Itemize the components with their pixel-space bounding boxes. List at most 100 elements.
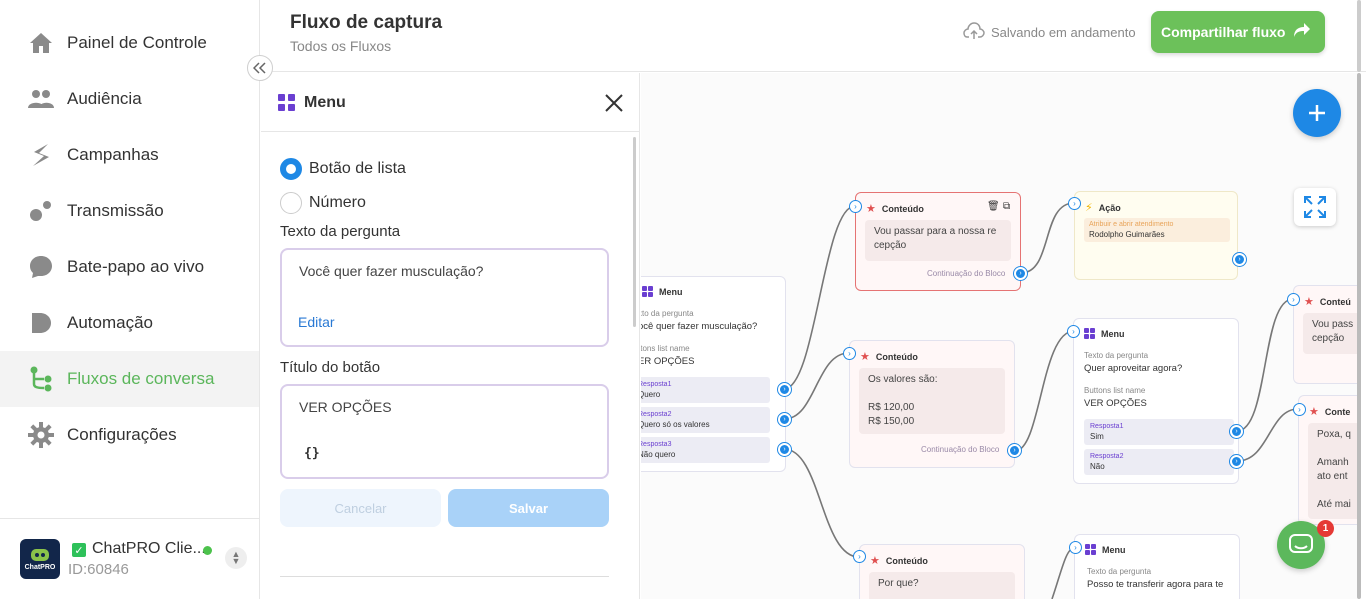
output-port[interactable]: ›	[778, 413, 791, 426]
close-icon[interactable]	[604, 93, 624, 113]
sidebar-item-batepapo[interactable]: Bate-papo ao vivo	[0, 239, 259, 295]
trash-icon[interactable]: 🗑	[987, 201, 1000, 212]
node-response[interactable]: Resposta2 Quero só os valores	[641, 407, 770, 433]
input-port[interactable]: ›	[853, 550, 866, 563]
output-port[interactable]: ›	[778, 383, 791, 396]
node-title: Conteúdo	[885, 555, 928, 566]
input-port[interactable]: ›	[849, 200, 862, 213]
output-port[interactable]: ›	[1230, 455, 1243, 468]
add-node-button[interactable]	[1293, 89, 1341, 137]
output-port[interactable]: ›	[1230, 425, 1243, 438]
save-button[interactable]: Salvar	[448, 489, 609, 527]
share-flow-button[interactable]: Compartilhar fluxo	[1151, 11, 1325, 53]
sidebar-item-campanhas[interactable]: Campanhas	[0, 127, 259, 183]
node-message: Poxa, q Amanh ato ent Até mai	[1308, 423, 1357, 519]
sidebar-item-label: Automação	[67, 313, 153, 332]
node-question-value: ocê quer fazer musculação?	[641, 321, 758, 332]
node-response[interactable]: Resposta1 Quero	[641, 377, 770, 403]
node-response[interactable]: Resposta3 Não quero	[641, 437, 770, 463]
content-node[interactable]: ★ Conteú Vou pass cepção	[1293, 285, 1357, 384]
question-field[interactable]: Você quer fazer musculação? Editar	[280, 248, 609, 347]
message-line: R$ 120,00	[868, 402, 915, 413]
question-label: Texto da pergunta	[280, 223, 401, 240]
content-node[interactable]: ★ Conteúdo Por que?	[859, 544, 1025, 599]
cancel-button[interactable]: Cancelar	[280, 489, 441, 527]
home-icon	[28, 30, 54, 56]
whatsapp-check-icon: ✓	[72, 543, 86, 557]
response-label: Resposta1	[641, 381, 672, 388]
action-node[interactable]: ⚡ Ação Atribuir e abrir atendimento Rodolp…	[1074, 191, 1238, 280]
collapse-sidebar-button[interactable]	[247, 55, 273, 81]
sort-arrows-icon[interactable]: ▲ ▼	[225, 547, 247, 569]
menu-node[interactable]: Menu Texto da pergunta Quer aproveitar a…	[1073, 318, 1239, 484]
node-message: Por que?	[869, 572, 1015, 599]
panel-divider	[280, 576, 609, 577]
sidebar-item-transmissao[interactable]: Transmissão	[0, 183, 259, 239]
sidebar-item-painel[interactable]: Painel de Controle	[0, 15, 259, 71]
message-line: Até mai	[1317, 499, 1351, 510]
message-line	[1317, 442, 1357, 456]
response-value: Quero só os valores	[641, 420, 710, 429]
content-node[interactable]: ★ Conteúdo Os valores são: R$ 120,00 R$ 1…	[849, 340, 1015, 468]
variable-braces-icon[interactable]: {}	[304, 446, 320, 461]
node-question-label: Texto da pergunta	[1087, 567, 1152, 576]
input-port[interactable]: ›	[1287, 293, 1300, 306]
sidebar: Painel de Controle Audiência Campanhas T…	[0, 0, 260, 599]
automation-icon	[28, 310, 54, 336]
online-status-dot	[203, 546, 212, 555]
radio-list-button[interactable]: Botão de lista	[280, 158, 406, 180]
input-port[interactable]: ›	[1293, 403, 1306, 416]
account-switcher[interactable]: ChatPRO ✓ ChatPRO Clie... ID:60846	[0, 518, 259, 599]
chat-icon	[1289, 534, 1313, 553]
flow-icon	[28, 366, 54, 392]
input-port[interactable]: ›	[1069, 541, 1082, 554]
menu-node[interactable]: Menu xto da pergunta ocê quer fazer musc…	[641, 276, 786, 472]
star-icon: ★	[866, 203, 876, 215]
content-node[interactable]: ★ Conteúdo 🗑 ⧉ Vou passar para a nossa re…	[855, 192, 1021, 291]
menu-node[interactable]: Menu Texto da pergunta Posso te transfer…	[1074, 534, 1240, 599]
window-scrollbar[interactable]	[1357, 0, 1361, 72]
node-header: Menu	[1084, 328, 1125, 339]
canvas-scrollbar[interactable]	[1357, 73, 1361, 599]
response-value: Sim	[1090, 432, 1104, 441]
sidebar-item-label: Fluxos de conversa	[67, 369, 215, 388]
save-status-text: Salvando em andamento	[991, 25, 1136, 40]
sidebar-item-label: Campanhas	[67, 145, 159, 164]
chat-bubble-icon	[28, 254, 54, 280]
panel-scrollbar[interactable]	[633, 137, 636, 327]
fullscreen-button[interactable]	[1294, 188, 1336, 226]
action-tag-value: Rodolpho Guimarães	[1089, 230, 1165, 239]
output-port[interactable]: ›	[778, 443, 791, 456]
sidebar-item-fluxos[interactable]: Fluxos de conversa	[0, 351, 259, 407]
input-port[interactable]: ›	[843, 347, 856, 360]
node-header: ★ Conteúdo	[860, 350, 918, 363]
button-title-field[interactable]: VER OPÇÕES {}	[280, 384, 609, 479]
output-port[interactable]: ›	[1008, 444, 1021, 457]
output-port[interactable]: ›	[1014, 267, 1027, 280]
node-response[interactable]: Resposta1 Sim	[1084, 419, 1234, 445]
duplicate-icon[interactable]: ⧉	[1003, 201, 1010, 212]
node-title: Conte	[1324, 406, 1351, 417]
account-logo: ChatPRO	[20, 539, 60, 579]
content-node[interactable]: ★ Conte Poxa, q Amanh ato ent Até mai	[1298, 395, 1357, 525]
edit-question-link[interactable]: Editar	[298, 314, 335, 330]
node-message: Os valores são: R$ 120,00 R$ 150,00	[859, 368, 1005, 434]
users-icon	[28, 86, 54, 112]
sidebar-item-label: Transmissão	[67, 201, 164, 220]
breadcrumb[interactable]: Todos os Fluxos	[290, 38, 391, 54]
sidebar-item-audiencia[interactable]: Audiência	[0, 71, 259, 127]
message-line	[1317, 484, 1357, 498]
node-response[interactable]: Resposta2 Não	[1084, 449, 1234, 475]
node-header: Menu	[642, 286, 683, 297]
response-value: Não	[1090, 462, 1105, 471]
output-port[interactable]: ›	[1233, 253, 1246, 266]
sidebar-item-automacao[interactable]: Automação	[0, 295, 259, 351]
radio-number[interactable]: Número	[280, 192, 366, 214]
node-title: Menu	[659, 286, 683, 297]
flow-canvas[interactable]: Menu xto da pergunta ocê quer fazer musc…	[641, 73, 1357, 599]
message-line: Os valores são:	[868, 374, 938, 385]
star-icon: ★	[870, 555, 880, 567]
sidebar-item-configuracoes[interactable]: Configurações	[0, 407, 259, 463]
input-port[interactable]: ›	[1067, 325, 1080, 338]
input-port[interactable]: ›	[1068, 197, 1081, 210]
